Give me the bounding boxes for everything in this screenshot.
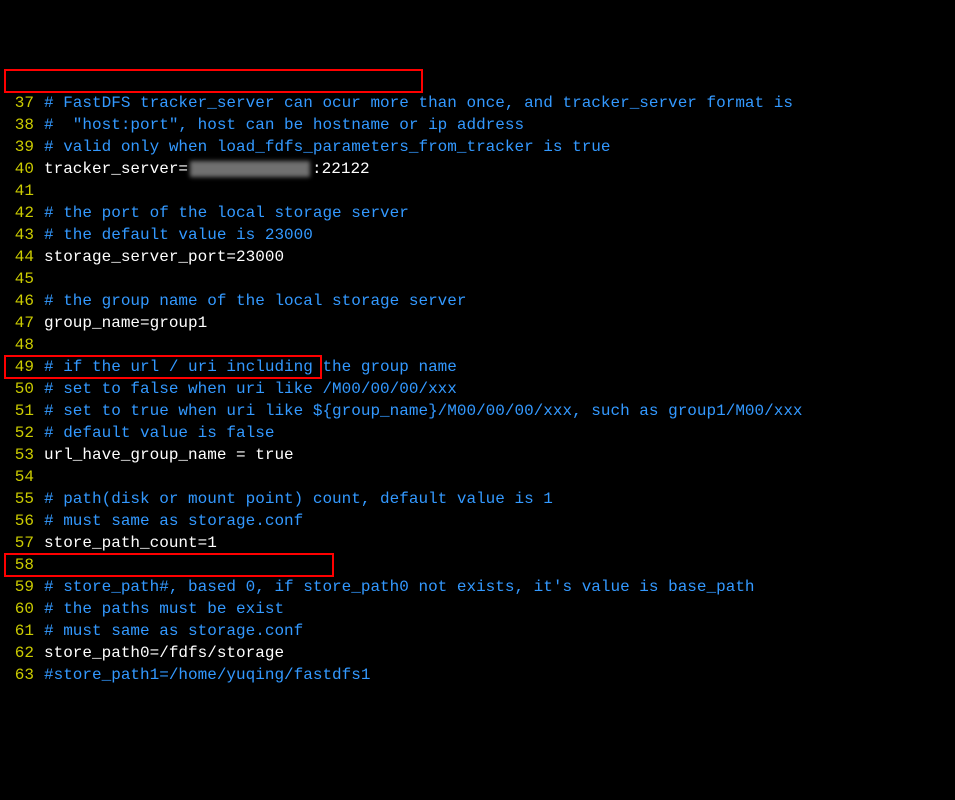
line-content[interactable]: storage_server_port=23000 xyxy=(44,246,955,268)
line-content[interactable]: # must same as storage.conf xyxy=(44,620,955,642)
line-number: 42 xyxy=(0,202,44,224)
code-line[interactable]: 63#store_path1=/home/yuqing/fastdfs1 xyxy=(0,664,955,686)
code-line[interactable]: 50# set to false when uri like /M00/00/0… xyxy=(0,378,955,400)
line-content[interactable]: # set to false when uri like /M00/00/00/… xyxy=(44,378,955,400)
line-number: 47 xyxy=(0,312,44,334)
line-content[interactable]: store_path_count=1 xyxy=(44,532,955,554)
code-editor[interactable]: 37# FastDFS tracker_server can ocur more… xyxy=(0,92,955,686)
code-line[interactable]: 45 xyxy=(0,268,955,290)
line-content[interactable]: # if the url / uri including the group n… xyxy=(44,356,955,378)
code-line[interactable]: 53url_have_group_name = true xyxy=(0,444,955,466)
line-number: 51 xyxy=(0,400,44,422)
code-line[interactable]: 58 xyxy=(0,554,955,576)
line-number: 37 xyxy=(0,92,44,114)
code-line[interactable]: 44storage_server_port=23000 xyxy=(0,246,955,268)
censored-ip xyxy=(190,161,310,177)
code-line[interactable]: 41 xyxy=(0,180,955,202)
line-number: 53 xyxy=(0,444,44,466)
code-line[interactable]: 59# store_path#, based 0, if store_path0… xyxy=(0,576,955,598)
line-content[interactable]: tracker_server=:22122 xyxy=(44,158,955,180)
line-content[interactable]: # valid only when load_fdfs_parameters_f… xyxy=(44,136,955,158)
line-number: 60 xyxy=(0,598,44,620)
highlight-tracker-server xyxy=(4,69,423,93)
code-line[interactable]: 52# default value is false xyxy=(0,422,955,444)
code-line[interactable]: 40tracker_server=:22122 xyxy=(0,158,955,180)
line-number: 59 xyxy=(0,576,44,598)
code-line[interactable]: 46# the group name of the local storage … xyxy=(0,290,955,312)
line-number: 44 xyxy=(0,246,44,268)
code-line[interactable]: 38# "host:port", host can be hostname or… xyxy=(0,114,955,136)
line-number: 49 xyxy=(0,356,44,378)
line-number: 39 xyxy=(0,136,44,158)
line-number: 46 xyxy=(0,290,44,312)
line-number: 50 xyxy=(0,378,44,400)
line-content[interactable]: # store_path#, based 0, if store_path0 n… xyxy=(44,576,955,598)
line-number: 55 xyxy=(0,488,44,510)
line-number: 62 xyxy=(0,642,44,664)
code-line[interactable]: 55# path(disk or mount point) count, def… xyxy=(0,488,955,510)
code-line[interactable]: 57store_path_count=1 xyxy=(0,532,955,554)
line-content[interactable]: # the group name of the local storage se… xyxy=(44,290,955,312)
line-number: 57 xyxy=(0,532,44,554)
line-content[interactable]: # set to true when uri like ${group_name… xyxy=(44,400,955,422)
code-line[interactable]: 61# must same as storage.conf xyxy=(0,620,955,642)
line-content[interactable]: # FastDFS tracker_server can ocur more t… xyxy=(44,92,955,114)
line-content[interactable]: # path(disk or mount point) count, defau… xyxy=(44,488,955,510)
code-line[interactable]: 43# the default value is 23000 xyxy=(0,224,955,246)
code-line[interactable]: 47group_name=group1 xyxy=(0,312,955,334)
line-number: 48 xyxy=(0,334,44,356)
code-line[interactable]: 56# must same as storage.conf xyxy=(0,510,955,532)
line-content[interactable]: group_name=group1 xyxy=(44,312,955,334)
line-number: 38 xyxy=(0,114,44,136)
line-number: 63 xyxy=(0,664,44,686)
line-number: 41 xyxy=(0,180,44,202)
line-number: 40 xyxy=(0,158,44,180)
code-line[interactable]: 54 xyxy=(0,466,955,488)
line-number: 58 xyxy=(0,554,44,576)
code-line[interactable]: 37# FastDFS tracker_server can ocur more… xyxy=(0,92,955,114)
line-content[interactable]: store_path0=/fdfs/storage xyxy=(44,642,955,664)
line-number: 52 xyxy=(0,422,44,444)
line-content[interactable]: # the default value is 23000 xyxy=(44,224,955,246)
code-line[interactable]: 60# the paths must be exist xyxy=(0,598,955,620)
code-line[interactable]: 51# set to true when uri like ${group_na… xyxy=(0,400,955,422)
line-number: 56 xyxy=(0,510,44,532)
line-number: 45 xyxy=(0,268,44,290)
code-line[interactable]: 49# if the url / uri including the group… xyxy=(0,356,955,378)
line-number: 61 xyxy=(0,620,44,642)
code-line[interactable]: 39# valid only when load_fdfs_parameters… xyxy=(0,136,955,158)
line-content[interactable]: # default value is false xyxy=(44,422,955,444)
code-line[interactable]: 62store_path0=/fdfs/storage xyxy=(0,642,955,664)
line-content[interactable]: #store_path1=/home/yuqing/fastdfs1 xyxy=(44,664,955,686)
line-content[interactable]: # the port of the local storage server xyxy=(44,202,955,224)
code-line[interactable]: 42# the port of the local storage server xyxy=(0,202,955,224)
line-content[interactable]: # the paths must be exist xyxy=(44,598,955,620)
code-line[interactable]: 48 xyxy=(0,334,955,356)
line-content[interactable]: # "host:port", host can be hostname or i… xyxy=(44,114,955,136)
line-content[interactable]: url_have_group_name = true xyxy=(44,444,955,466)
line-content[interactable]: # must same as storage.conf xyxy=(44,510,955,532)
line-number: 54 xyxy=(0,466,44,488)
line-number: 43 xyxy=(0,224,44,246)
